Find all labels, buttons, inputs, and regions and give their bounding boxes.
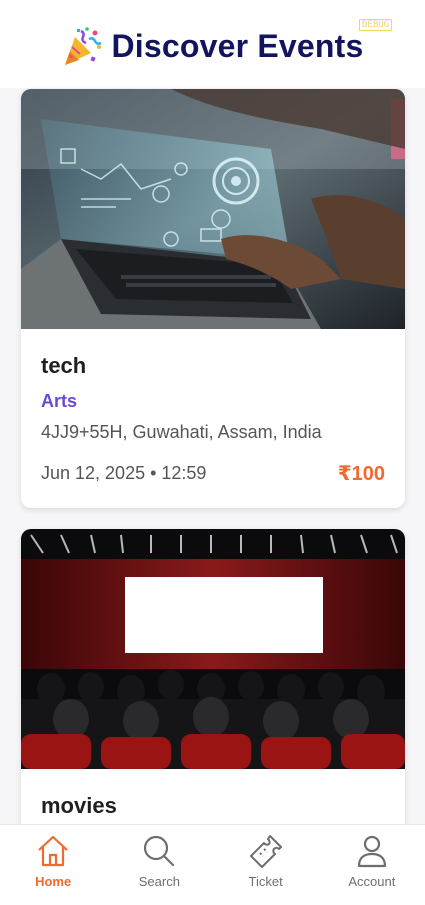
- nav-item-home[interactable]: Home: [0, 833, 106, 889]
- search-icon: [141, 833, 177, 869]
- page-title: Discover Events: [111, 27, 364, 64]
- event-image-laptop: [21, 89, 405, 329]
- event-location: 4JJ9+55H, Guwahati, Assam, India: [41, 422, 322, 442]
- event-datetime: Jun 12, 2025 • 12:59: [41, 463, 207, 483]
- event-image-cinema: [21, 529, 405, 769]
- event-price: ₹100: [337, 463, 385, 485]
- discover-events-screen: Discover Events DEBUG tech Arts 4JJ9+55H…: [0, 0, 425, 905]
- nav-label-home: Home: [35, 874, 72, 889]
- nav-item-search[interactable]: Search: [106, 833, 212, 889]
- event-body: tech Arts 4JJ9+55H, Guwahati, Assam, Ind…: [21, 329, 405, 486]
- account-icon: [354, 833, 390, 869]
- party-popper-icon: [61, 25, 103, 67]
- home-icon: [35, 833, 71, 869]
- event-title: movies: [41, 793, 117, 818]
- nav-label-search: Search: [138, 874, 180, 889]
- nav-item-ticket[interactable]: Ticket: [213, 833, 319, 889]
- debug-badge: DEBUG: [359, 19, 393, 31]
- header-title-group: Discover Events: [61, 25, 363, 67]
- ticket-icon: [248, 833, 284, 869]
- event-card[interactable]: tech Arts 4JJ9+55H, Guwahati, Assam, Ind…: [21, 89, 405, 508]
- event-title: tech: [41, 353, 87, 378]
- event-body: movies: [21, 769, 405, 821]
- nav-item-account[interactable]: Account: [319, 833, 425, 889]
- nav-label-account: Account: [348, 874, 396, 889]
- app-header: Discover Events DEBUG: [0, 0, 425, 88]
- bottom-navigation: Home Search Ticket Account: [0, 824, 425, 905]
- event-meta: Jun 12, 2025 • 12:59 ₹100: [41, 461, 385, 486]
- event-category: Arts: [41, 391, 78, 411]
- nav-label-ticket: Ticket: [248, 874, 283, 889]
- event-card[interactable]: movies: [21, 529, 405, 869]
